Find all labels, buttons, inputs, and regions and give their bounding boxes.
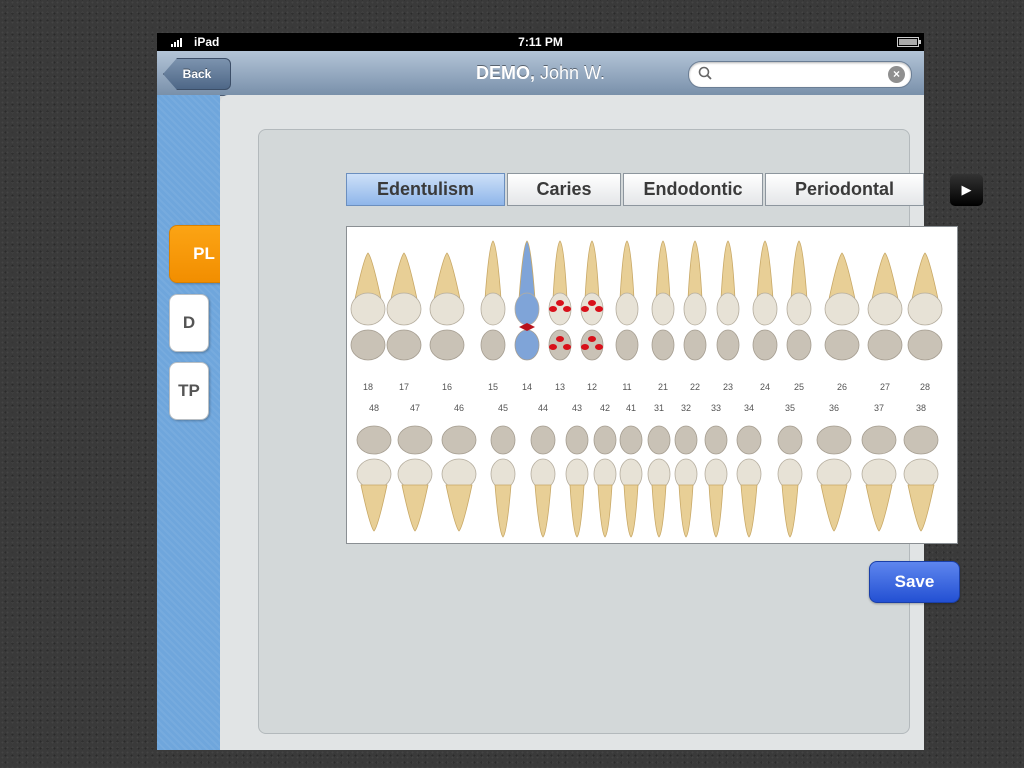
tooth-number: 24: [759, 382, 770, 392]
tab-periodontal[interactable]: Periodontal: [765, 173, 924, 206]
tooth-24[interactable]: [752, 240, 778, 361]
tooth-number: 16: [441, 382, 452, 392]
tooth-number: 37: [873, 403, 884, 413]
tooth-number: 11: [622, 382, 632, 392]
clear-icon[interactable]: ×: [888, 66, 905, 83]
app-window: iPad 7:11 PM Back DEMO, John W. × PL D T…: [157, 33, 983, 750]
tooth-13[interactable]: [548, 240, 572, 361]
tooth-number: 31: [653, 403, 664, 413]
tooth-number: 45: [497, 403, 508, 413]
tooth-33[interactable]: [704, 425, 728, 538]
tooth-number: 28: [919, 382, 930, 392]
search-icon: [698, 66, 712, 85]
tooth-18[interactable]: [350, 252, 386, 361]
tooth-47[interactable]: [397, 425, 433, 532]
tooth-43[interactable]: [565, 425, 589, 538]
tooth-27[interactable]: [867, 252, 903, 361]
tooth-15[interactable]: [480, 240, 506, 361]
save-button[interactable]: Save: [869, 561, 960, 603]
tooth-45[interactable]: [490, 425, 516, 538]
tooth-number: 23: [722, 382, 733, 392]
tooth-number: 21: [657, 382, 668, 392]
caries-mark: [581, 306, 589, 312]
tooth-number: 33: [710, 403, 721, 413]
caries-mark: [588, 336, 596, 342]
tooth-number: 12: [586, 382, 597, 392]
tooth-number: 46: [453, 403, 464, 413]
tooth-number: 18: [362, 382, 373, 392]
tooth-28[interactable]: [907, 252, 943, 361]
tooth-number: 48: [368, 403, 379, 413]
tooth-number: 35: [784, 403, 795, 413]
tooth-number: 47: [409, 403, 420, 413]
tooth-14[interactable]: [514, 240, 540, 361]
patient-last-name: DEMO,: [475, 63, 535, 83]
tooth-number: 27: [879, 382, 890, 392]
caries-mark: [581, 344, 589, 350]
tooth-number: 43: [571, 403, 582, 413]
tooth-23[interactable]: [716, 240, 740, 361]
tab-caries[interactable]: Caries: [507, 173, 621, 206]
tooth-37[interactable]: [861, 425, 897, 532]
tooth-number: 15: [487, 382, 498, 392]
tooth-chart[interactable]: 18 17 16 15 14 13 12 11 21 22 23 24 25 26 27 28 48 47 46 45…: [346, 226, 958, 544]
tooth-32[interactable]: [674, 425, 698, 538]
sidebar: [157, 95, 220, 750]
battery-icon: [897, 37, 921, 47]
caries-mark: [588, 300, 596, 306]
sidebar-item-tp[interactable]: TP: [169, 362, 209, 420]
status-bar: iPad 7:11 PM: [157, 33, 924, 51]
tooth-number: 41: [625, 403, 636, 413]
tooth-34[interactable]: [736, 425, 762, 538]
search-field[interactable]: ×: [688, 61, 912, 88]
caries-mark: [595, 344, 603, 350]
chevron-right-icon[interactable]: ▶: [950, 174, 983, 206]
caries-mark: [556, 336, 564, 342]
tooth-number: 13: [554, 382, 565, 392]
tooth-number: 17: [398, 382, 409, 392]
tab-bar: Edentulism Caries Endodontic Periodontal: [346, 173, 924, 206]
tooth-number: 32: [680, 403, 691, 413]
sidebar-item-d[interactable]: D: [169, 294, 209, 352]
tooth-number: 22: [689, 382, 700, 392]
patient-first-name: John W.: [540, 63, 606, 83]
caries-mark: [563, 344, 571, 350]
tooth-number: 25: [793, 382, 804, 392]
tooth-number: 36: [828, 403, 839, 413]
tooth-44[interactable]: [530, 425, 556, 538]
main-content: Edentulism Caries Endodontic Periodontal…: [220, 95, 983, 750]
tab-endodontic[interactable]: Endodontic: [623, 173, 763, 206]
tooth-17[interactable]: [386, 252, 422, 361]
search-input[interactable]: [717, 65, 881, 85]
caries-mark: [556, 300, 564, 306]
tooth-21[interactable]: [651, 240, 675, 361]
caries-mark: [549, 306, 557, 312]
navigation-bar: Back DEMO, John W. ×: [157, 51, 924, 96]
tab-edentulism[interactable]: Edentulism: [346, 173, 505, 206]
tooth-number: 38: [915, 403, 926, 413]
caries-mark: [563, 306, 571, 312]
caries-mark: [595, 306, 603, 312]
tooth-16[interactable]: [429, 252, 465, 361]
tooth-36[interactable]: [816, 425, 852, 532]
tooth-12[interactable]: [580, 240, 604, 361]
clock: 7:11 PM: [518, 35, 563, 49]
tooth-26[interactable]: [824, 252, 860, 361]
tooth-25[interactable]: [786, 240, 812, 361]
tooth-41[interactable]: [619, 425, 643, 538]
tooth-number: 14: [521, 382, 532, 392]
caries-mark: [549, 344, 557, 350]
tooth-38[interactable]: [903, 425, 939, 532]
tooth-35[interactable]: [777, 425, 803, 538]
tooth-31[interactable]: [647, 425, 671, 538]
tooth-46[interactable]: [441, 425, 477, 532]
tooth-22[interactable]: [683, 240, 707, 361]
tooth-42[interactable]: [593, 425, 617, 538]
tooth-number: 34: [743, 403, 754, 413]
tooth-11[interactable]: [615, 240, 639, 361]
tooth-48[interactable]: [356, 425, 392, 532]
tooth-number: 26: [836, 382, 847, 392]
tooth-number: 44: [537, 403, 548, 413]
